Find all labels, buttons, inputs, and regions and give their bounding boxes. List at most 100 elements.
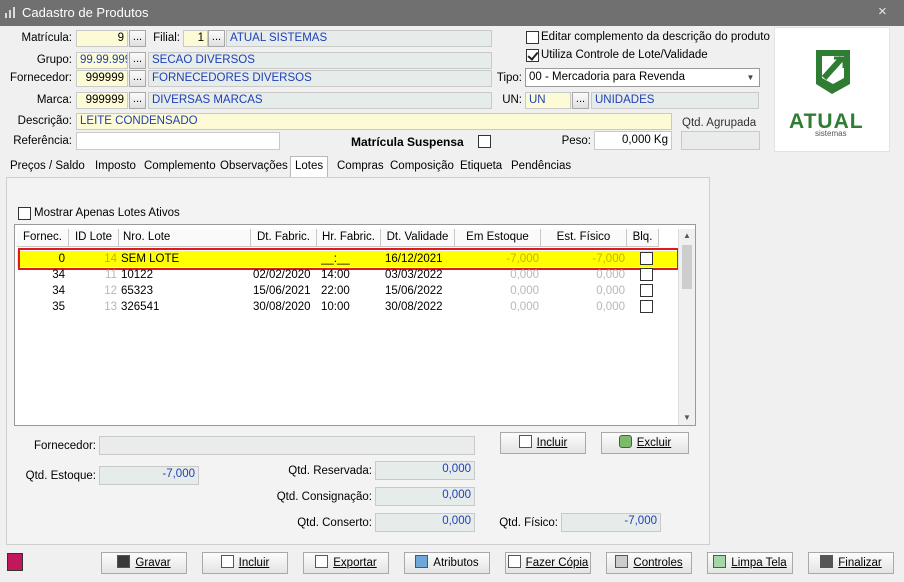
gravar-button[interactable]: Gravar: [101, 552, 187, 574]
col-est-fisico[interactable]: Est. Físico: [541, 229, 627, 247]
un-label: UN:: [502, 94, 522, 106]
descricao-label: Descrição:: [17, 115, 72, 127]
fazer-copia-button[interactable]: Fazer Cópia: [505, 552, 591, 574]
new-document-icon: [518, 435, 532, 448]
company-logo: ATUAL sistemas: [774, 27, 890, 152]
table-row[interactable]: 35 13 326541 30/08/2020 10:00 30/08/2022…: [17, 299, 679, 315]
app-icon: [5, 7, 15, 18]
tab-precos-saldo[interactable]: Preços / Saldo: [6, 158, 89, 177]
grupo-label: Grupo:: [36, 54, 72, 66]
tipo-label: Tipo:: [496, 72, 522, 84]
cell-fornec: 35: [52, 301, 65, 313]
tab-pendencias[interactable]: Pendências: [507, 158, 575, 177]
chevron-down-icon[interactable]: ▼: [742, 69, 759, 86]
marca-label: Marca:: [36, 94, 72, 106]
clear-screen-icon: [713, 555, 727, 568]
fornecedor-field[interactable]: 999999: [76, 70, 128, 87]
cell-est-fisico: 0,000: [596, 301, 625, 313]
qtd-conserto-label: Qtd. Conserto:: [297, 517, 372, 529]
matricula-label: Matrícula:: [21, 32, 73, 44]
tab-complemento[interactable]: Complemento: [140, 158, 220, 177]
controles-button[interactable]: Controles: [606, 552, 692, 574]
qtd-consignacao-field: 0,000: [375, 487, 475, 506]
table-row[interactable]: 34 12 65323 15/06/2021 22:00 15/06/2022 …: [17, 283, 679, 299]
tab-imposto[interactable]: Imposto: [91, 158, 140, 177]
cell-hr-fabric: 22:00: [321, 285, 350, 297]
peso-field[interactable]: 0,000 Kg: [594, 131, 672, 150]
close-icon[interactable]: ×: [878, 3, 887, 20]
col-em-estoque[interactable]: Em Estoque: [455, 229, 541, 247]
cell-blq-checkbox[interactable]: [640, 284, 653, 297]
un-field[interactable]: UN: [525, 92, 571, 109]
filial-lookup-button[interactable]: ...: [208, 30, 225, 47]
un-name: UNIDADES: [591, 92, 759, 109]
tab-lotes[interactable]: Lotes: [290, 156, 329, 178]
cell-dt-fabric: 15/06/2021: [253, 285, 311, 297]
lote-fornecedor-label: Fornecedor:: [33, 440, 96, 452]
un-lookup-button[interactable]: ...: [572, 92, 589, 109]
incluir-button[interactable]: Incluir: [202, 552, 288, 574]
qtd-agrupada-label: Qtd. Agrupada: [682, 117, 757, 129]
referencia-label: Referência:: [13, 135, 72, 147]
grupo-lookup-button[interactable]: ...: [129, 52, 146, 69]
new-document-icon: [220, 555, 234, 568]
col-id-lote[interactable]: ID Lote: [69, 229, 119, 247]
tab-observacoes[interactable]: Observações: [216, 158, 292, 177]
col-dt-validade[interactable]: Dt. Validade: [381, 229, 455, 247]
scroll-down-icon[interactable]: ▼: [679, 411, 695, 425]
finalizar-button[interactable]: Finalizar: [808, 552, 894, 574]
tab-etiqueta[interactable]: Etiqueta: [456, 158, 506, 177]
grupo-name: SECAO DIVERSOS: [148, 52, 492, 69]
cell-dt-validade: 03/03/2022: [385, 269, 443, 281]
lote-fornecedor-field: [99, 436, 475, 455]
lote-excluir-button[interactable]: Excluir: [601, 432, 689, 454]
marca-field[interactable]: 999999: [76, 92, 128, 109]
filial-field[interactable]: 1: [183, 30, 208, 47]
lote-incluir-button[interactable]: Incluir: [500, 432, 586, 454]
matricula-field[interactable]: 9: [76, 30, 128, 47]
qtd-conserto-field: 0,000: [375, 513, 475, 532]
referencia-field[interactable]: [76, 132, 280, 150]
mostrar-ativos-checkbox[interactable]: [18, 207, 31, 220]
tipo-select[interactable]: 00 - Mercadoria para Revenda: [525, 68, 760, 87]
cell-fornec: 34: [52, 285, 65, 297]
controle-lote-checkbox[interactable]: [526, 49, 539, 62]
cell-dt-validade: 15/06/2022: [385, 285, 443, 297]
exportar-button[interactable]: Exportar: [303, 552, 389, 574]
descricao-field[interactable]: LEITE CONDENSADO: [76, 113, 672, 130]
cell-dt-validade: 30/08/2022: [385, 301, 443, 313]
col-fornec[interactable]: Fornec.: [17, 229, 69, 247]
cell-hr-fabric: 10:00: [321, 301, 350, 313]
cell-id-lote: 13: [104, 301, 117, 313]
copy-icon: [507, 555, 521, 568]
tab-compras[interactable]: Compras: [333, 158, 388, 177]
delete-icon: [618, 435, 632, 448]
col-dt-fabric[interactable]: Dt. Fabric.: [251, 229, 317, 247]
grupo-field[interactable]: 99.99.999: [76, 52, 128, 69]
cell-blq-checkbox[interactable]: [640, 268, 653, 281]
col-nro-lote[interactable]: Nro. Lote: [119, 229, 251, 247]
cell-fornec: 34: [52, 269, 65, 281]
tab-composicao[interactable]: Composição: [386, 158, 458, 177]
logo-subtext: sistemas: [815, 129, 847, 138]
controls-icon: [615, 555, 629, 568]
lotes-grid[interactable]: Fornec. ID Lote Nro. Lote Dt. Fabric. Hr…: [14, 224, 696, 426]
qtd-agrupada-field: [681, 131, 760, 150]
fornecedor-lookup-button[interactable]: ...: [129, 70, 146, 87]
scroll-up-icon[interactable]: ▲: [679, 229, 695, 243]
save-disk-icon[interactable]: [7, 553, 23, 571]
matricula-lookup-button[interactable]: ...: [129, 30, 146, 47]
table-row[interactable]: 34 11 10122 02/02/2020 14:00 03/03/2022 …: [17, 267, 679, 283]
atributos-button[interactable]: Atributos: [404, 552, 490, 574]
scroll-thumb[interactable]: [682, 245, 692, 289]
limpa-tela-button[interactable]: Limpa Tela: [707, 552, 793, 574]
grid-scrollbar[interactable]: ▲ ▼: [678, 229, 695, 425]
cell-blq-checkbox[interactable]: [640, 300, 653, 313]
editar-complemento-checkbox[interactable]: [526, 31, 539, 44]
cell-id-lote: 12: [104, 285, 117, 297]
marca-lookup-button[interactable]: ...: [129, 92, 146, 109]
col-blq[interactable]: Blq.: [627, 229, 659, 247]
col-hr-fabric[interactable]: Hr. Fabric.: [317, 229, 381, 247]
matricula-suspensa-checkbox[interactable]: [478, 135, 491, 148]
qtd-reservada-label: Qtd. Reservada:: [288, 465, 372, 477]
